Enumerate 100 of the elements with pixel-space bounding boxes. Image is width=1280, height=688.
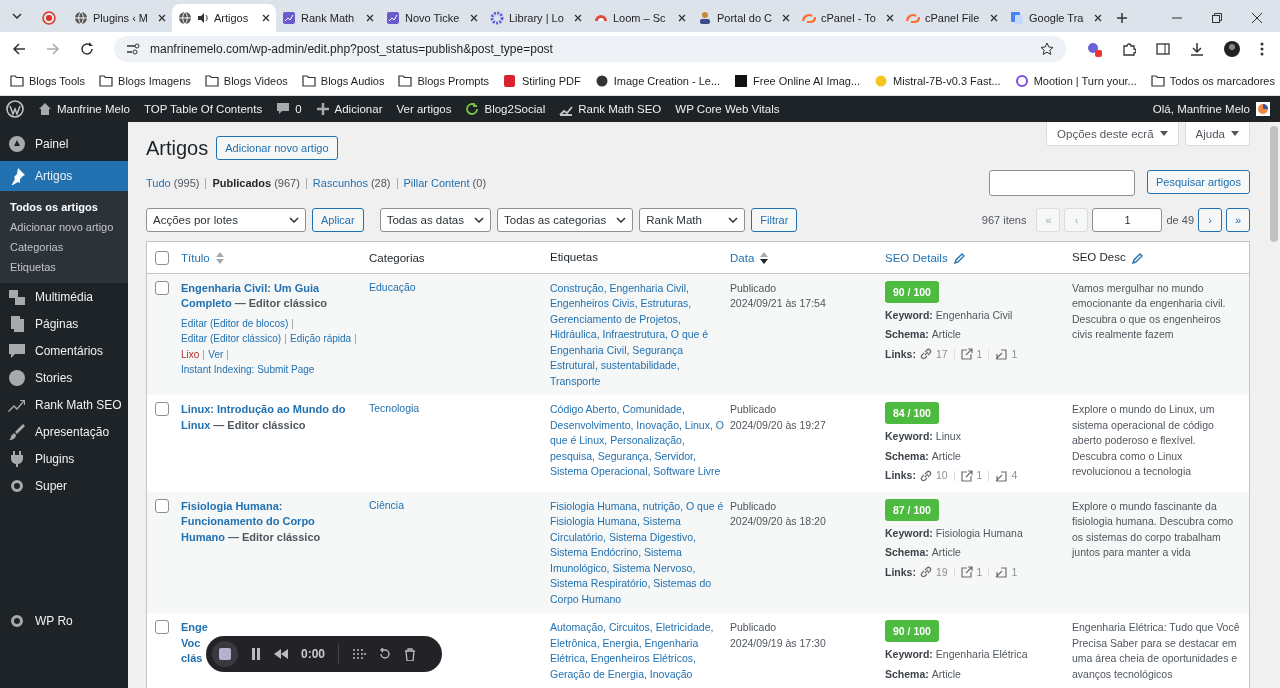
side-panel-icon[interactable]	[1156, 43, 1170, 55]
next-page-button[interactable]: ›	[1198, 208, 1222, 232]
new-tab-icon[interactable]	[1116, 12, 1128, 24]
browser-tab[interactable]: Plugins ‹ M	[68, 4, 172, 32]
sort-icon[interactable]	[760, 251, 769, 264]
tag-links[interactable]: Fisiologia Humana, nutrição, O que é Fisiologia Humana, Sistema Circulatório, Sistema Digestivo, Sistema Endócrino, Sistema Imunológico, Sistema Nervoso, Sistema Respiratório, Sistemas do Corpo Humano	[550, 498, 726, 607]
bookmark[interactable]: Blogs Videos	[204, 74, 288, 87]
close-icon[interactable]	[1252, 13, 1262, 23]
reload-icon[interactable]	[80, 42, 94, 56]
add-new-button[interactable]: Adicionar novo artigo	[216, 136, 338, 160]
admin-bar-item[interactable]: Blog2Social	[465, 102, 546, 116]
close-icon[interactable]	[470, 14, 478, 22]
pencil-icon[interactable]	[953, 251, 966, 264]
tag-links[interactable]: Código Aberto, Comunidade, Desenvolvimento, Inovação, Linux, O que é Linux, Personalização, pesquisa, Segurança, Servidor, Sistema Operacional, Software Livre	[550, 402, 726, 480]
bookmark[interactable]: Blogs Imagens	[99, 74, 191, 87]
admin-bar-item[interactable]: WP Core Web Vitals	[675, 103, 780, 115]
status-filter-link[interactable]: Pillar Content (0)	[403, 177, 487, 189]
row-action-link[interactable]: Ver	[208, 348, 224, 360]
tag-links[interactable]: Construção, Engenharia Civil, Engenheiros Civis, Estruturas, Gerenciamento de Projetos, Hidráulica, Infraestrutura, O que é Engenharia Civil, Segurança Estrutural, sustentabilidade, Transporte	[550, 280, 726, 389]
filter-dropdown[interactable]: Rank Math	[639, 208, 746, 232]
restart-icon[interactable]	[379, 648, 392, 660]
browser-tab[interactable]: Google Tra	[1004, 4, 1108, 32]
close-icon[interactable]	[990, 14, 998, 22]
browser-tab[interactable]: Library | Lo	[484, 4, 588, 32]
filter-button[interactable]: Filtrar	[751, 208, 798, 232]
pause-icon[interactable]	[251, 648, 261, 660]
row-checkbox[interactable]	[155, 280, 169, 295]
submenu-item[interactable]: Adicionar novo artigo	[0, 217, 114, 237]
sidebar-item[interactable]: Plugins	[0, 445, 128, 472]
bookmark[interactable]: Stirling PDF	[503, 74, 581, 87]
close-icon[interactable]	[1094, 14, 1102, 22]
status-filter-link[interactable]: Tudo (995)	[146, 177, 200, 189]
category-link[interactable]: Tecnologia	[369, 402, 420, 414]
star-icon[interactable]	[1040, 42, 1054, 56]
row-action-link[interactable]: Lixo	[181, 348, 200, 360]
stop-button[interactable]	[212, 641, 238, 667]
column-header[interactable]: Título	[181, 251, 210, 264]
browser-tab[interactable]: Rank Math	[276, 4, 380, 32]
admin-bar-item[interactable]: Adicionar	[315, 102, 383, 116]
trash-icon[interactable]	[404, 647, 417, 661]
browser-tab[interactable]: Portal do C	[692, 4, 796, 32]
row-checkbox[interactable]	[155, 498, 169, 513]
page-number-field[interactable]: 1	[1092, 208, 1163, 232]
row-checkbox[interactable]	[155, 620, 169, 634]
browser-tab[interactable]: cPanel File	[900, 4, 1004, 32]
status-filter-link[interactable]: Publicados (967)	[212, 177, 300, 189]
row-action-link[interactable]: Edição rápida	[290, 333, 352, 344]
filter-dropdown[interactable]: Todas as datas	[379, 208, 491, 232]
more-icon[interactable]	[1260, 42, 1264, 56]
bookmark[interactable]: Mootion | Turn your...	[1014, 74, 1137, 87]
restore-icon[interactable]	[1212, 13, 1222, 23]
row-action-link[interactable]: Editar (Editor de blocos)	[181, 317, 289, 329]
puzzle-icon[interactable]	[1122, 42, 1136, 56]
post-title[interactable]: Engenharia Civil: Um Guia Completo — Editor clássico	[181, 280, 347, 312]
column-header[interactable]: Data	[730, 251, 755, 264]
browser-tab[interactable]: Novo Ticke	[380, 4, 484, 32]
sidebar-item[interactable]: Rank Math SEO	[0, 391, 128, 418]
row-checkbox[interactable]	[155, 402, 169, 416]
extension-icon[interactable]	[1086, 41, 1102, 57]
category-link[interactable]: Ciência	[369, 498, 405, 511]
close-icon[interactable]	[158, 14, 166, 22]
rewind-icon[interactable]	[274, 649, 288, 659]
post-title[interactable]: Fisiologia Humana: Funcionamento do Corpo Humano — Editor clássico	[181, 498, 347, 545]
post-title-link[interactable]: Voc	[181, 635, 201, 651]
column-header[interactable]: SEO Details	[885, 251, 948, 264]
browser-tab[interactable]: Loom – Sc	[588, 4, 692, 32]
select-all-checkbox[interactable]	[155, 250, 169, 265]
post-title-link[interactable]: clás	[181, 651, 203, 667]
bookmark[interactable]: Mistral-7B-v0.3 Fast...	[874, 74, 1001, 87]
row-action-link[interactable]: Instant Indexing: Submit Page	[181, 364, 315, 375]
submenu-item[interactable]: Todos os artigos	[0, 197, 98, 217]
address-bar[interactable]: manfrinemelo.com/wp-admin/edit.php?post_status=publish&post_type=post	[114, 36, 1066, 62]
pencil-icon[interactable]	[1131, 251, 1144, 264]
admin-bar-item[interactable]: TOP Table Of Contents	[143, 103, 263, 115]
sidebar-item[interactable]: Multimédia	[0, 283, 128, 310]
category-link[interactable]: Educação	[369, 280, 416, 293]
bookmarks-folder[interactable]: Todos os marcadores	[1150, 74, 1275, 87]
admin-bar-item[interactable]: 0	[276, 102, 302, 116]
apply-button[interactable]: Aplicar	[312, 208, 364, 232]
close-icon[interactable]	[262, 14, 270, 22]
last-page-button[interactable]: »	[1226, 208, 1250, 232]
bookmark[interactable]: Blogs Prompts	[398, 74, 489, 87]
close-icon[interactable]	[678, 14, 686, 22]
sidebar-item[interactable]: Stories	[0, 364, 128, 391]
status-filter-link[interactable]: Rascunhos (28)	[312, 177, 391, 189]
close-icon[interactable]	[782, 14, 790, 22]
tag-links[interactable]: Automação, Circuitos, Eletricidade, Eletrônica, Energia, Engenharia Elétrica, Engenheiros Elétricos, Geração de Energia, Inovação	[550, 620, 726, 682]
sidebar-item[interactable]: Páginas	[0, 310, 128, 337]
post-title-link[interactable]: Enge	[181, 620, 208, 636]
admin-bar-item[interactable]: Rank Math SEO	[559, 102, 662, 116]
close-icon[interactable]	[886, 14, 894, 22]
admin-bar-item[interactable]: Ver artigos	[396, 103, 452, 115]
bookmark[interactable]: Image Creation - Le...	[594, 74, 721, 87]
search-button[interactable]: Pesquisar artigos	[1147, 170, 1250, 194]
sidebar-item[interactable]: Comentários	[0, 337, 128, 364]
wordpress-logo-icon[interactable]	[6, 100, 24, 118]
row-action-link[interactable]: Editar (Editor clássico)	[181, 333, 282, 344]
admin-bar-item[interactable]: Manfrine Melo	[38, 102, 130, 116]
sidebar-item[interactable]: Super	[0, 472, 128, 499]
bookmark[interactable]: Blogs Tools	[10, 74, 86, 87]
